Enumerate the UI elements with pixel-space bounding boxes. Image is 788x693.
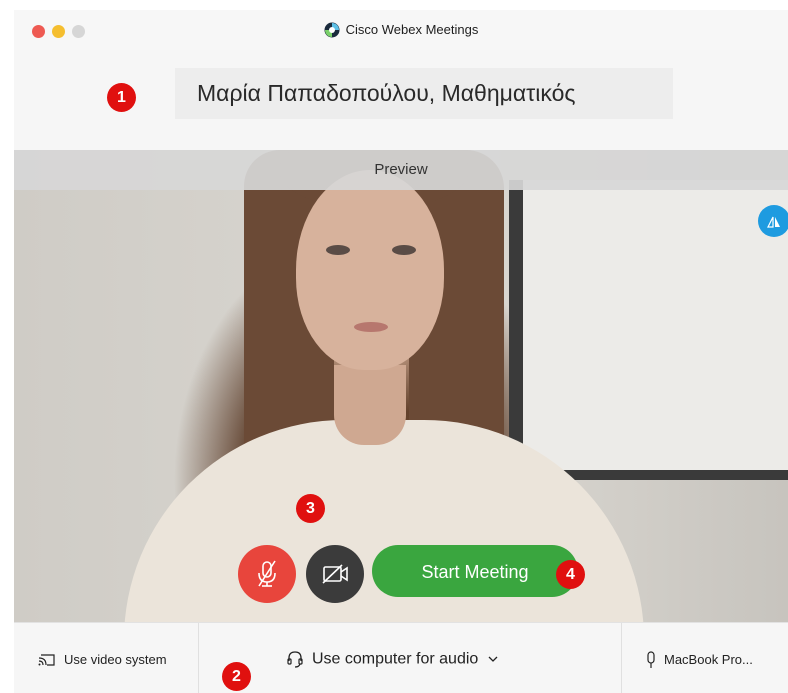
mute-button[interactable]	[238, 545, 296, 603]
eye-right	[392, 245, 416, 255]
mic-muted-icon	[258, 560, 276, 587]
background-board	[509, 180, 788, 480]
webex-window: Cisco Webex Meetings Μαρία Παπαδοπούλου,…	[14, 10, 788, 693]
meeting-name-field[interactable]: Μαρία Παπαδοπούλου, Μαθηματικός	[175, 68, 673, 119]
annotation-badge-1: 1	[107, 83, 136, 112]
annotation-badge-2: 2	[222, 662, 251, 691]
use-video-system-button[interactable]: Use video system	[38, 623, 167, 693]
microphone-select[interactable]: MacBook Pro...	[646, 623, 753, 693]
window-title: Cisco Webex Meetings	[14, 21, 788, 38]
lips	[354, 322, 388, 332]
stop-video-button[interactable]	[306, 545, 364, 603]
chevron-down-icon	[488, 656, 498, 662]
title-bar: Cisco Webex Meetings	[14, 10, 788, 50]
headset-icon	[287, 651, 303, 668]
window-title-text: Cisco Webex Meetings	[345, 22, 479, 38]
flip-icon	[767, 216, 780, 228]
microphone-icon	[647, 650, 655, 668]
separator	[198, 623, 199, 693]
annotation-badge-4: 4	[556, 560, 585, 589]
separator	[621, 623, 622, 693]
person-face	[296, 170, 444, 370]
flip-video-button[interactable]	[758, 205, 788, 237]
annotation-badge-3: 3	[296, 494, 325, 523]
cast-icon	[38, 653, 55, 666]
bottom-bar: Use video system Use computer for audio …	[14, 622, 788, 693]
eye-left	[326, 245, 350, 255]
person-neck	[334, 365, 406, 445]
start-meeting-button[interactable]: Start Meeting	[372, 545, 578, 597]
use-video-system-label: Use video system	[64, 652, 167, 668]
audio-connection-dropdown[interactable]: Use computer for audio	[286, 623, 499, 693]
audio-connection-label: Use computer for audio	[312, 650, 479, 668]
video-off-icon	[322, 564, 348, 584]
preview-label: Preview	[14, 150, 788, 190]
microphone-label: MacBook Pro...	[664, 652, 753, 668]
webex-logo-icon	[324, 22, 340, 38]
video-preview: Preview Start Meeting	[14, 150, 788, 622]
